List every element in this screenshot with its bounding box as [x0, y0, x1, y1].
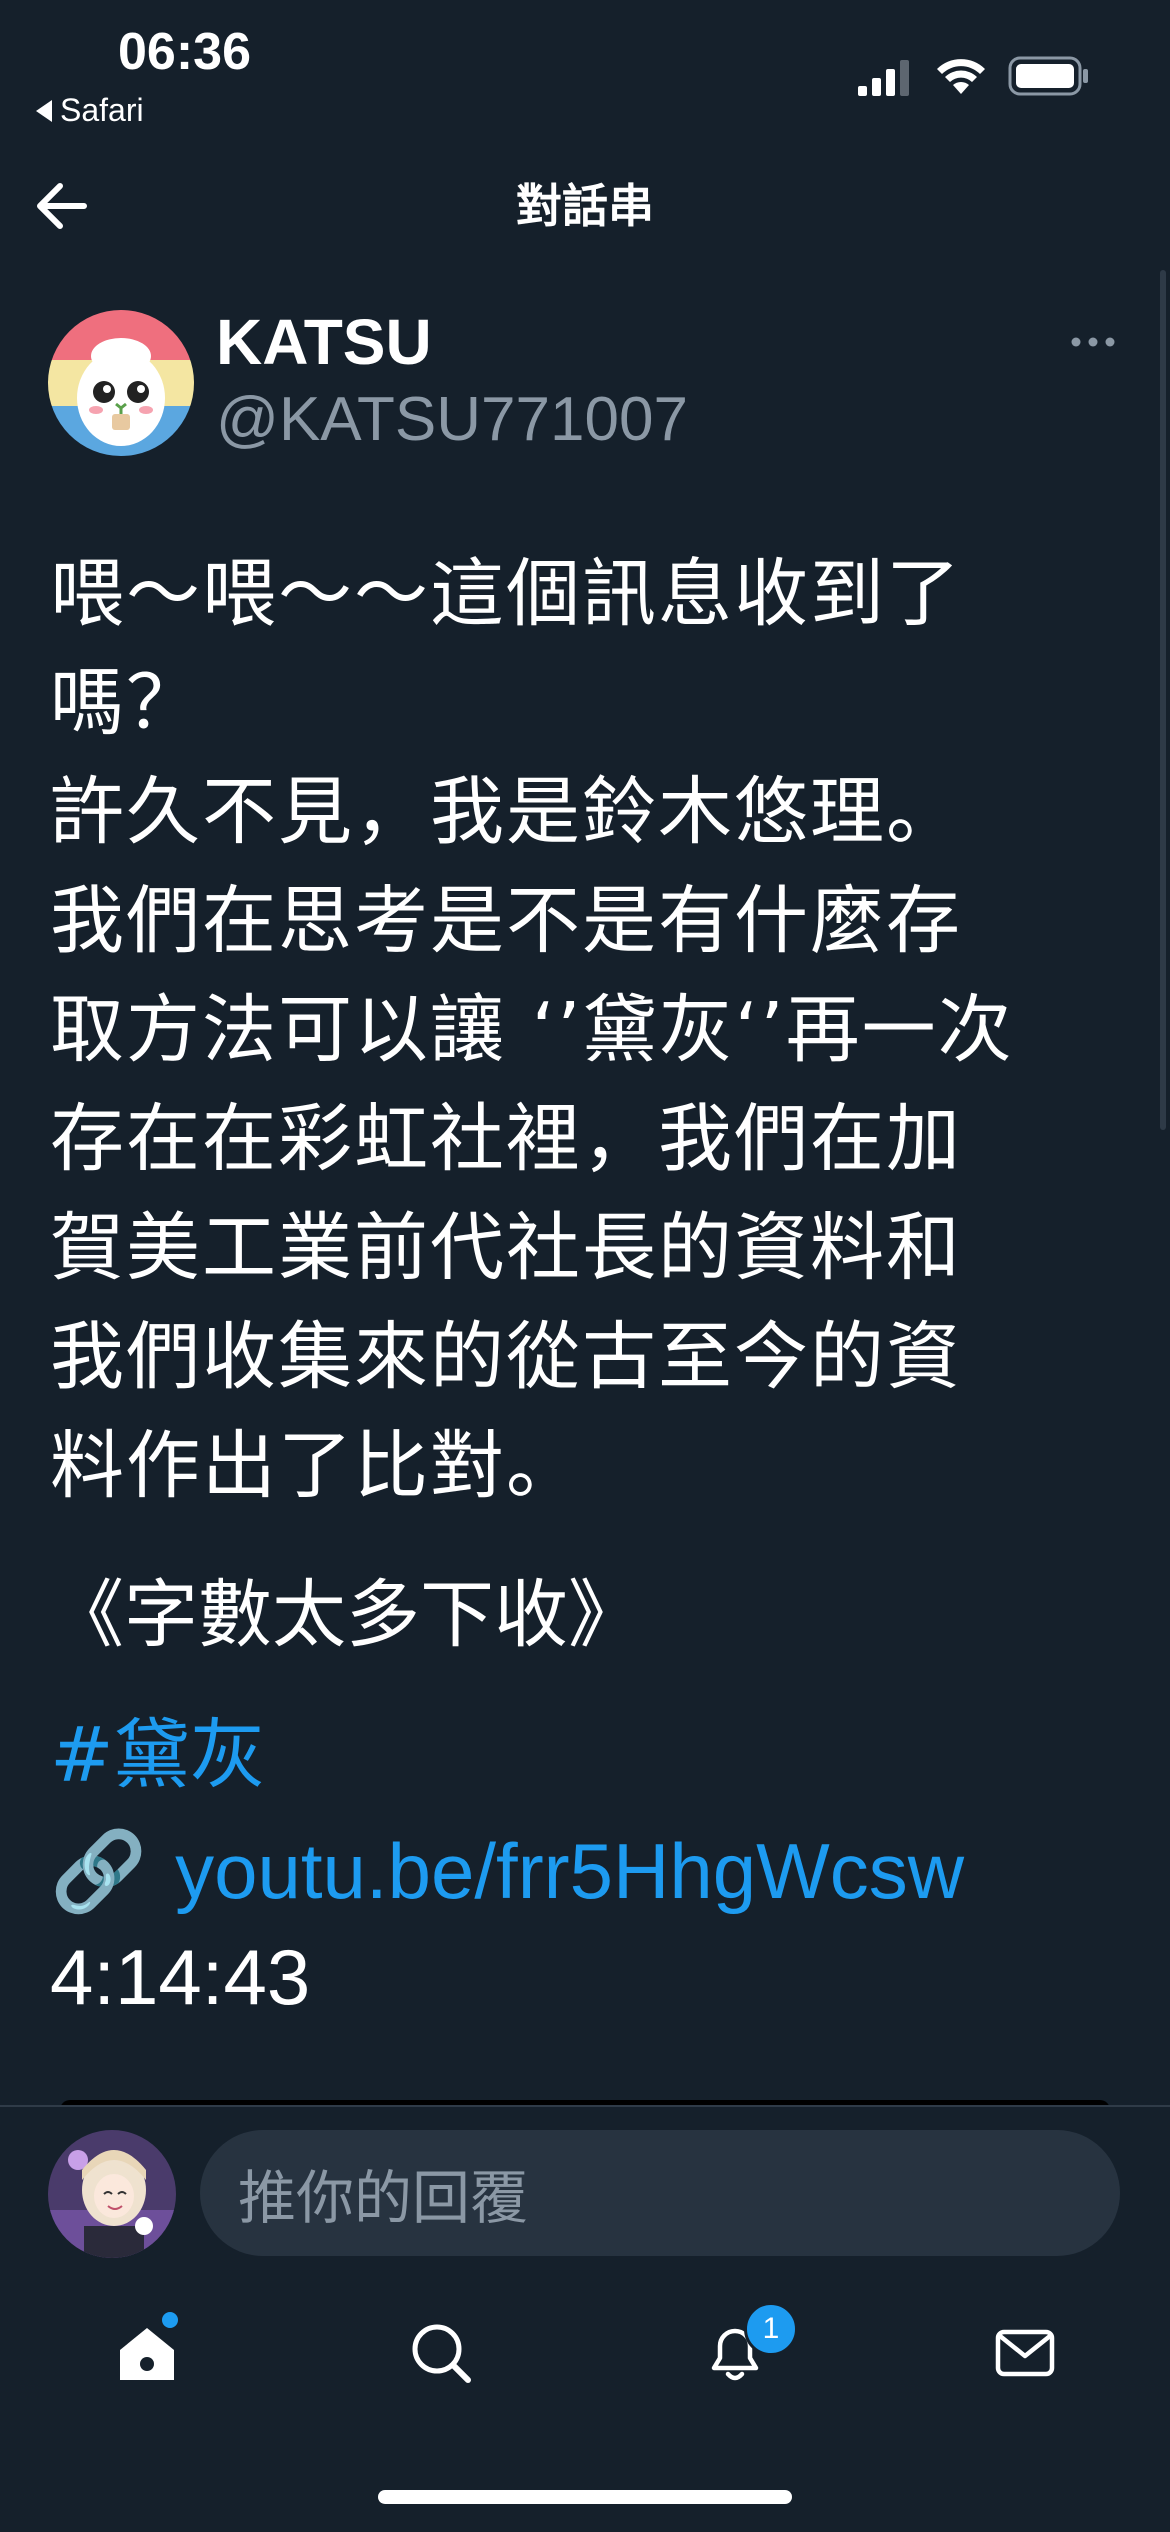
tab-home[interactable] [112, 2318, 182, 2388]
tweet-text: 喂～喂～～這個訊息收到了 嗎？ 許久不見，我是鈴木悠理。 我們在思考是不是有什麼… [50, 551, 1014, 1509]
mail-icon [995, 2329, 1055, 2377]
battery-icon [1008, 56, 1088, 96]
reply-input[interactable]: 推你的回覆 [200, 2130, 1120, 2256]
my-avatar[interactable] [48, 2130, 176, 2258]
wifi-icon [937, 59, 985, 94]
back-triangle-icon [36, 99, 52, 122]
tab-messages[interactable] [990, 2318, 1060, 2388]
notifications-badge: 1 [744, 2302, 798, 2356]
timecode: 4:14:43 [50, 1933, 311, 2021]
link-icon: 🔗 [50, 1827, 148, 1915]
author-display-name[interactable]: KATSU [216, 302, 432, 382]
more-options-button[interactable] [1068, 330, 1118, 354]
signal-icon [858, 60, 909, 96]
hashtag-link[interactable]: #黛灰 [50, 1700, 266, 1810]
author-avatar[interactable] [48, 310, 194, 456]
tab-search[interactable] [406, 2318, 476, 2388]
author-handle[interactable]: @KATSU771007 [216, 380, 688, 460]
home-indicator[interactable] [378, 2490, 792, 2504]
status-time: 06:36 [118, 23, 251, 81]
back-app-label: Safari [60, 92, 144, 128]
user-avatar-image [48, 2130, 176, 2258]
url-row: 🔗 youtu.be/frr5HhgWcsw [50, 1816, 964, 1926]
status-icons [858, 56, 1090, 96]
back-to-safari[interactable]: Safari [36, 92, 144, 129]
tweet-note: 《字數太多下收》 [50, 1572, 642, 1658]
home-unread-dot [162, 2312, 178, 2328]
alpaca-avatar-image [48, 310, 194, 456]
search-icon [412, 2324, 471, 2383]
more-horizontal-icon [1071, 337, 1115, 347]
scroll-indicator[interactable] [1160, 270, 1166, 1130]
page-title: 對話串 [516, 179, 654, 233]
home-icon [120, 2328, 174, 2380]
youtube-link[interactable]: youtu.be/frr5HhgWcsw [175, 1816, 964, 1926]
